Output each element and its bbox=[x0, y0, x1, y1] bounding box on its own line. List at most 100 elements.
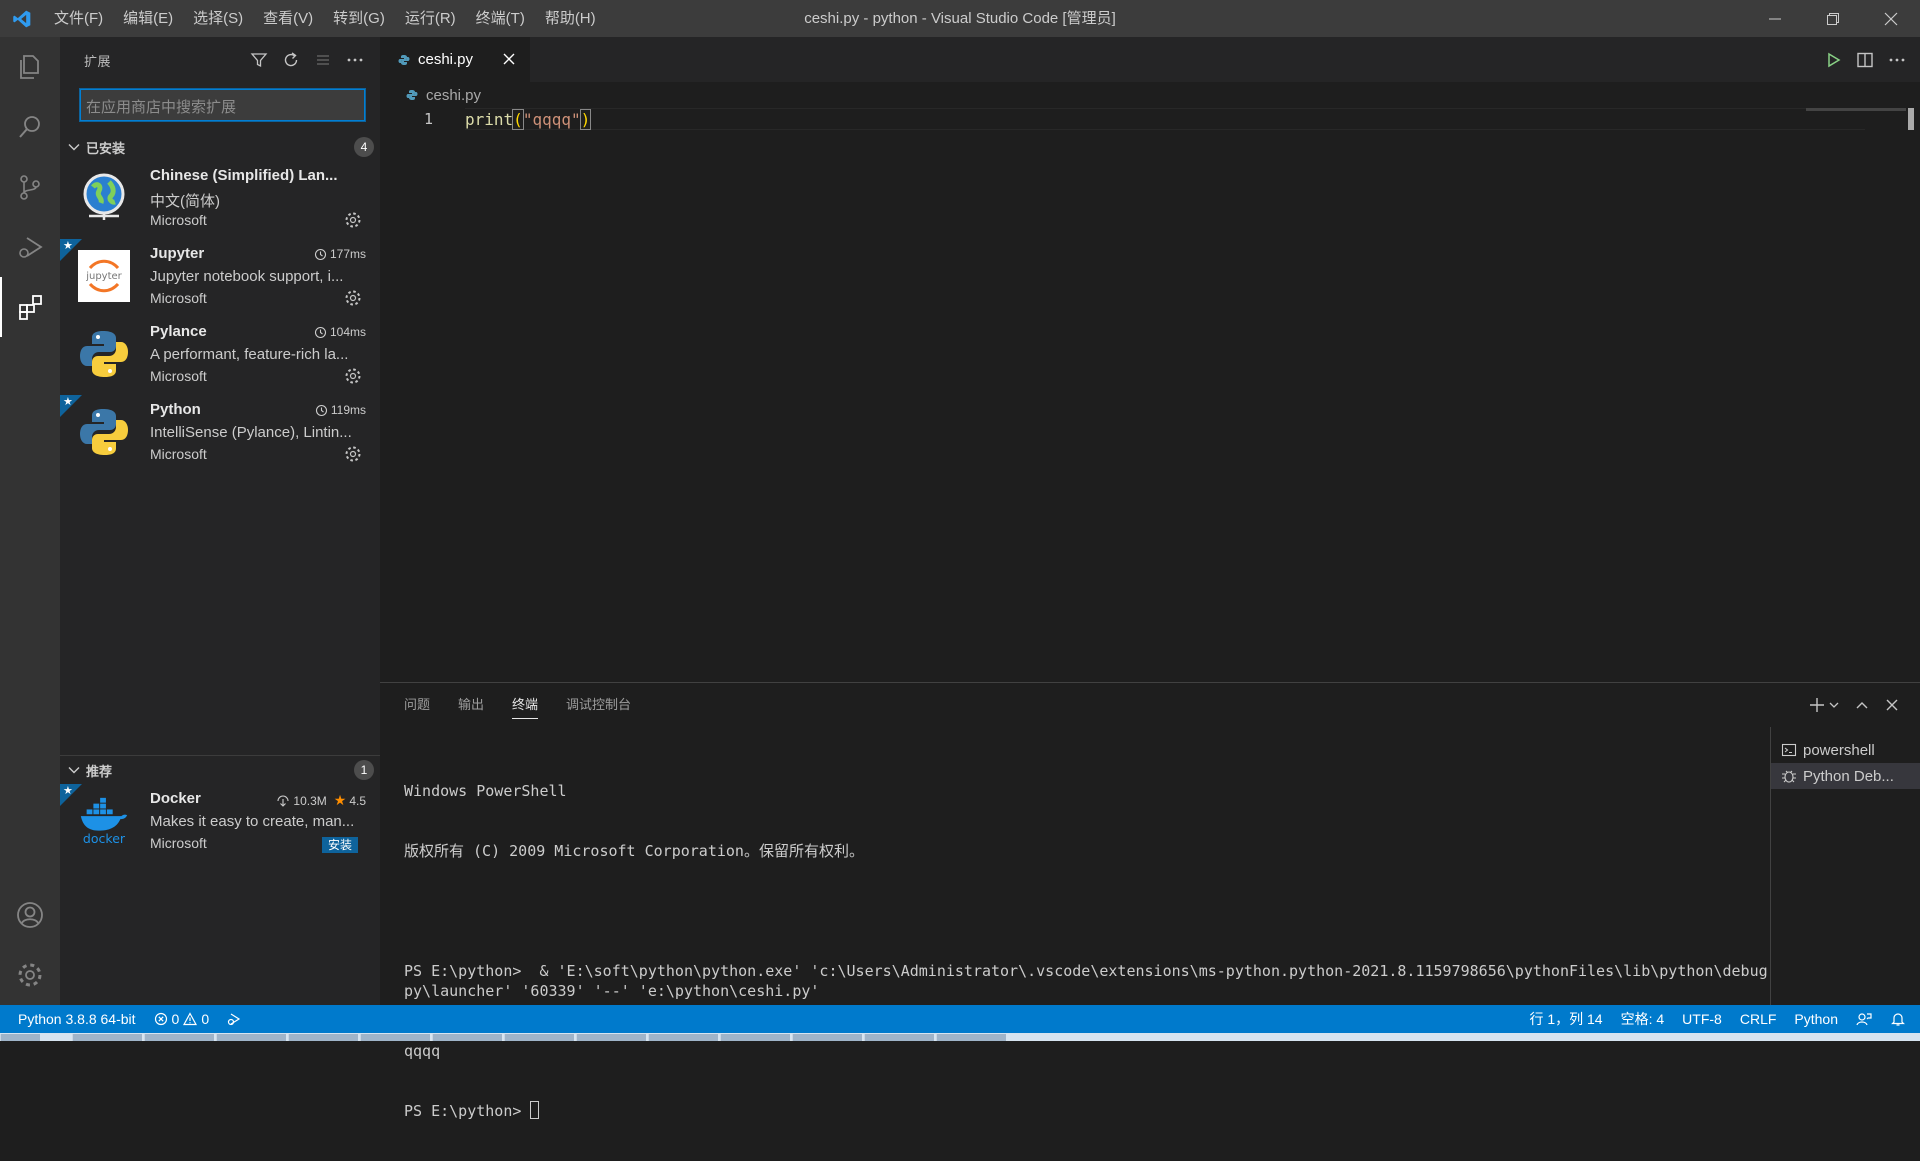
installed-count-badge: 4 bbox=[354, 137, 374, 157]
taskbar-button[interactable] bbox=[216, 1034, 286, 1041]
installed-section-header[interactable]: 已安装 4 bbox=[60, 133, 380, 161]
feedback-icon[interactable] bbox=[1847, 1005, 1881, 1033]
menu-terminal[interactable]: 终端(T) bbox=[466, 0, 535, 37]
taskbar-button[interactable] bbox=[720, 1034, 790, 1041]
clear-icon[interactable] bbox=[312, 49, 334, 71]
extension-item-pylance[interactable]: Pylance 104ms A performant, feature-rich… bbox=[60, 317, 380, 395]
tab-output[interactable]: 输出 bbox=[458, 683, 484, 727]
bottom-panel: 问题 输出 终端 调试控制台 Windows PowerShell 版权所有 (… bbox=[380, 682, 1920, 1120]
indentation[interactable]: 空格: 4 bbox=[1612, 1005, 1674, 1033]
tab-debug-console[interactable]: 调试控制台 bbox=[566, 683, 631, 727]
accounts-icon[interactable] bbox=[0, 885, 60, 945]
search-icon[interactable] bbox=[0, 97, 60, 157]
live-share-icon[interactable] bbox=[218, 1005, 252, 1033]
extension-publisher: Microsoft bbox=[150, 446, 207, 462]
terminal-prompt-line: PS E:\python> bbox=[404, 1101, 1774, 1121]
menu-help[interactable]: 帮助(H) bbox=[535, 0, 606, 37]
extension-item-python[interactable]: ★ Python 119ms IntelliSense (Pylance), L… bbox=[60, 395, 380, 473]
extension-publisher: Microsoft bbox=[150, 835, 207, 851]
activation-time-value: 177ms bbox=[329, 247, 366, 261]
menu-run[interactable]: 运行(R) bbox=[395, 0, 466, 37]
encoding[interactable]: UTF-8 bbox=[1673, 1005, 1731, 1033]
tab-ceshi-py[interactable]: ceshi.py bbox=[380, 37, 530, 82]
taskbar-button[interactable] bbox=[432, 1034, 502, 1041]
menu-file[interactable]: 文件(F) bbox=[44, 0, 113, 37]
split-editor-icon[interactable] bbox=[1856, 51, 1874, 69]
taskbar-button[interactable] bbox=[0, 1034, 40, 1041]
close-panel-icon[interactable] bbox=[1884, 697, 1900, 713]
code-line[interactable]: print("qqqq") bbox=[465, 109, 592, 130]
current-line-highlight bbox=[465, 108, 1865, 130]
code-function: print bbox=[465, 110, 514, 129]
taskbar-button[interactable] bbox=[648, 1034, 718, 1041]
restore-button[interactable] bbox=[1804, 0, 1862, 37]
minimap[interactable] bbox=[1806, 108, 1906, 111]
tab-problems[interactable]: 问题 bbox=[404, 683, 430, 727]
taskbar-button[interactable] bbox=[936, 1034, 1006, 1041]
notifications-bell-icon[interactable] bbox=[1881, 1005, 1920, 1033]
new-terminal-plus-icon[interactable] bbox=[1808, 696, 1826, 714]
menu-edit[interactable]: 编辑(E) bbox=[113, 0, 183, 37]
refresh-icon[interactable] bbox=[280, 49, 302, 71]
menu-view[interactable]: 查看(V) bbox=[253, 0, 323, 37]
more-actions-icon[interactable] bbox=[1888, 51, 1906, 69]
star-icon: ★ bbox=[333, 792, 347, 808]
manage-gear-icon[interactable] bbox=[0, 945, 60, 1005]
chevron-down-icon[interactable] bbox=[1828, 699, 1840, 711]
close-window-button[interactable] bbox=[1862, 0, 1920, 37]
taskbar-button[interactable] bbox=[504, 1034, 574, 1041]
extension-item-chinese[interactable]: Chinese (Simplified) Lan... 中文(简体) Micro… bbox=[60, 161, 380, 239]
os-taskbar bbox=[0, 1033, 1920, 1041]
code-editor[interactable]: 1 print("qqqq") bbox=[380, 108, 1920, 682]
terminal-item-python-debug[interactable]: Python Deb... bbox=[1771, 763, 1920, 789]
manage-extension-gear-icon[interactable] bbox=[344, 445, 362, 463]
extension-description: 中文(简体) bbox=[150, 193, 220, 210]
install-button[interactable]: 安装 bbox=[322, 837, 359, 853]
menu-selection[interactable]: 选择(S) bbox=[183, 0, 253, 37]
taskbar-button[interactable] bbox=[792, 1034, 862, 1041]
panel-tabs: 问题 输出 终端 调试控制台 bbox=[380, 683, 631, 727]
source-control-icon[interactable] bbox=[0, 157, 60, 217]
taskbar-button[interactable] bbox=[360, 1034, 430, 1041]
tab-terminal[interactable]: 终端 bbox=[512, 683, 539, 727]
python-interpreter[interactable]: Python 3.8.8 64-bit bbox=[0, 1005, 145, 1033]
recommended-section-header[interactable]: 推荐 1 bbox=[60, 756, 380, 784]
download-count: 10.3M bbox=[293, 793, 327, 808]
extension-description: A performant, feature-rich la... bbox=[150, 346, 349, 363]
end-of-line[interactable]: CRLF bbox=[1731, 1005, 1786, 1033]
taskbar-button[interactable] bbox=[144, 1034, 214, 1041]
extension-item-docker[interactable]: ★ docker Docker 10.3M ★ 4.5 Makes it eas… bbox=[60, 784, 380, 862]
rating-value: 4.5 bbox=[349, 793, 366, 808]
extension-search-input[interactable]: 在应用商店中搜索扩展 bbox=[79, 88, 366, 122]
terminal-output[interactable]: Windows PowerShell 版权所有 (C) 2009 Microso… bbox=[404, 741, 1774, 1161]
terminal-line: PS E:\python> & 'E:\soft\python\python.e… bbox=[404, 962, 1768, 1000]
installed-label: 已安装 bbox=[86, 140, 126, 156]
explorer-icon[interactable] bbox=[0, 37, 60, 97]
taskbar-button[interactable] bbox=[288, 1034, 358, 1041]
minimize-button[interactable] bbox=[1746, 0, 1804, 37]
cursor-position[interactable]: 行 1，列 14 bbox=[1520, 1005, 1611, 1033]
history-icon bbox=[315, 404, 327, 416]
run-debug-icon[interactable] bbox=[0, 217, 60, 277]
editor-scrollbar[interactable] bbox=[1908, 108, 1914, 130]
extensions-icon[interactable] bbox=[0, 277, 60, 337]
menu-go[interactable]: 转到(G) bbox=[323, 0, 395, 37]
run-python-file-icon[interactable] bbox=[1824, 51, 1842, 69]
taskbar-button[interactable] bbox=[72, 1034, 142, 1041]
maximize-panel-icon[interactable] bbox=[1854, 697, 1870, 713]
breadcrumb[interactable]: ceshi.py bbox=[380, 82, 481, 108]
manage-extension-gear-icon[interactable] bbox=[344, 289, 362, 307]
more-actions-icon[interactable] bbox=[344, 49, 366, 71]
problems-summary[interactable]: 0 0 bbox=[145, 1005, 219, 1033]
extension-item-jupyter[interactable]: ★ jupyter Jupyter 177ms Jupyter notebook… bbox=[60, 239, 380, 317]
filter-icon[interactable] bbox=[248, 49, 270, 71]
manage-extension-gear-icon[interactable] bbox=[344, 367, 362, 385]
taskbar-button[interactable] bbox=[576, 1034, 646, 1041]
language-mode[interactable]: Python bbox=[1785, 1005, 1847, 1033]
manage-extension-gear-icon[interactable] bbox=[344, 211, 362, 229]
python-logo-icon bbox=[77, 405, 131, 459]
error-icon bbox=[154, 1012, 167, 1026]
close-tab-icon[interactable] bbox=[500, 50, 518, 68]
terminal-item-powershell[interactable]: powershell bbox=[1771, 737, 1920, 763]
taskbar-button[interactable] bbox=[864, 1034, 934, 1041]
